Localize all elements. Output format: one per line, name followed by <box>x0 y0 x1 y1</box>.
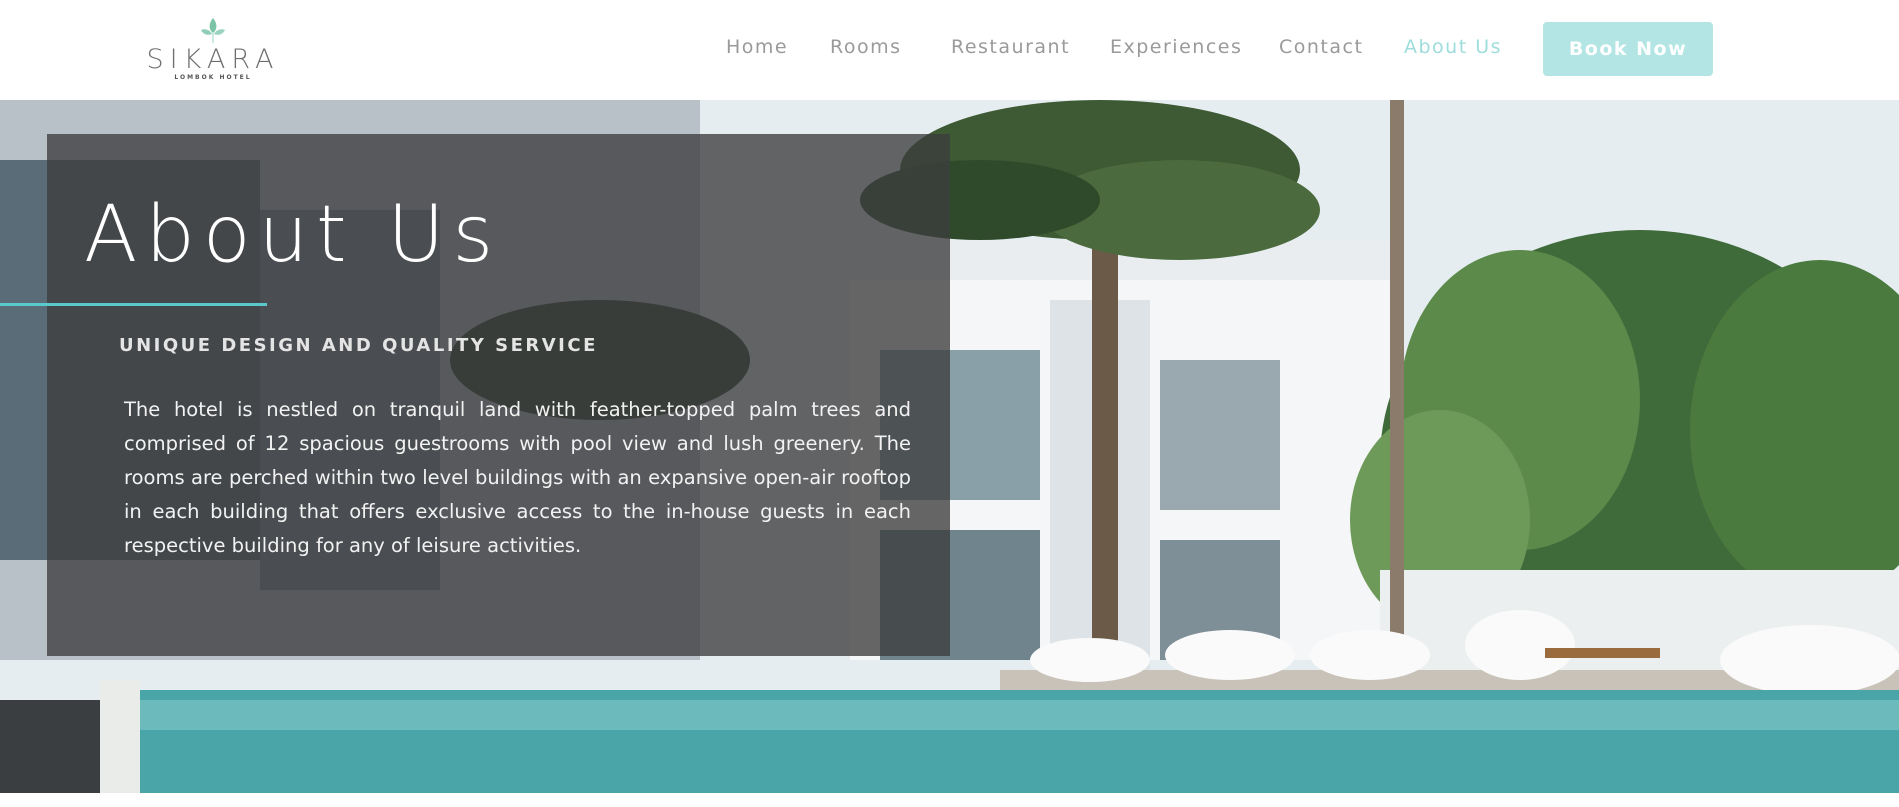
book-now-button[interactable]: Book Now <box>1543 22 1713 76</box>
nav-item-about-us[interactable]: About Us <box>1404 36 1502 58</box>
page-bottom-edge <box>0 793 1899 807</box>
about-description: The hotel is nestled on tranquil land wi… <box>124 398 911 557</box>
nav-item-restaurant[interactable]: Restaurant <box>951 36 1070 58</box>
page-title: About Us <box>84 190 502 280</box>
site-header: SIKARA LOMBOK HOTEL Home Rooms Restauran… <box>0 0 1899 100</box>
logo-wordmark: SIKARA <box>146 44 280 75</box>
logo-tagline: LOMBOK HOTEL <box>174 74 252 81</box>
hero-banner: About Us UNIQUE DESIGN AND QUALITY SERVI… <box>0 100 1899 793</box>
nav-item-contact[interactable]: Contact <box>1279 36 1363 58</box>
nav-item-rooms[interactable]: Rooms <box>830 36 902 58</box>
title-accent-line <box>0 303 267 306</box>
leaf-logo-icon <box>201 18 225 43</box>
hero-subtitle: UNIQUE DESIGN AND QUALITY SERVICE <box>119 335 598 356</box>
nav-item-experiences[interactable]: Experiences <box>1110 36 1242 58</box>
nav-item-home[interactable]: Home <box>726 36 788 58</box>
logo[interactable]: SIKARA LOMBOK HOTEL <box>142 16 284 86</box>
